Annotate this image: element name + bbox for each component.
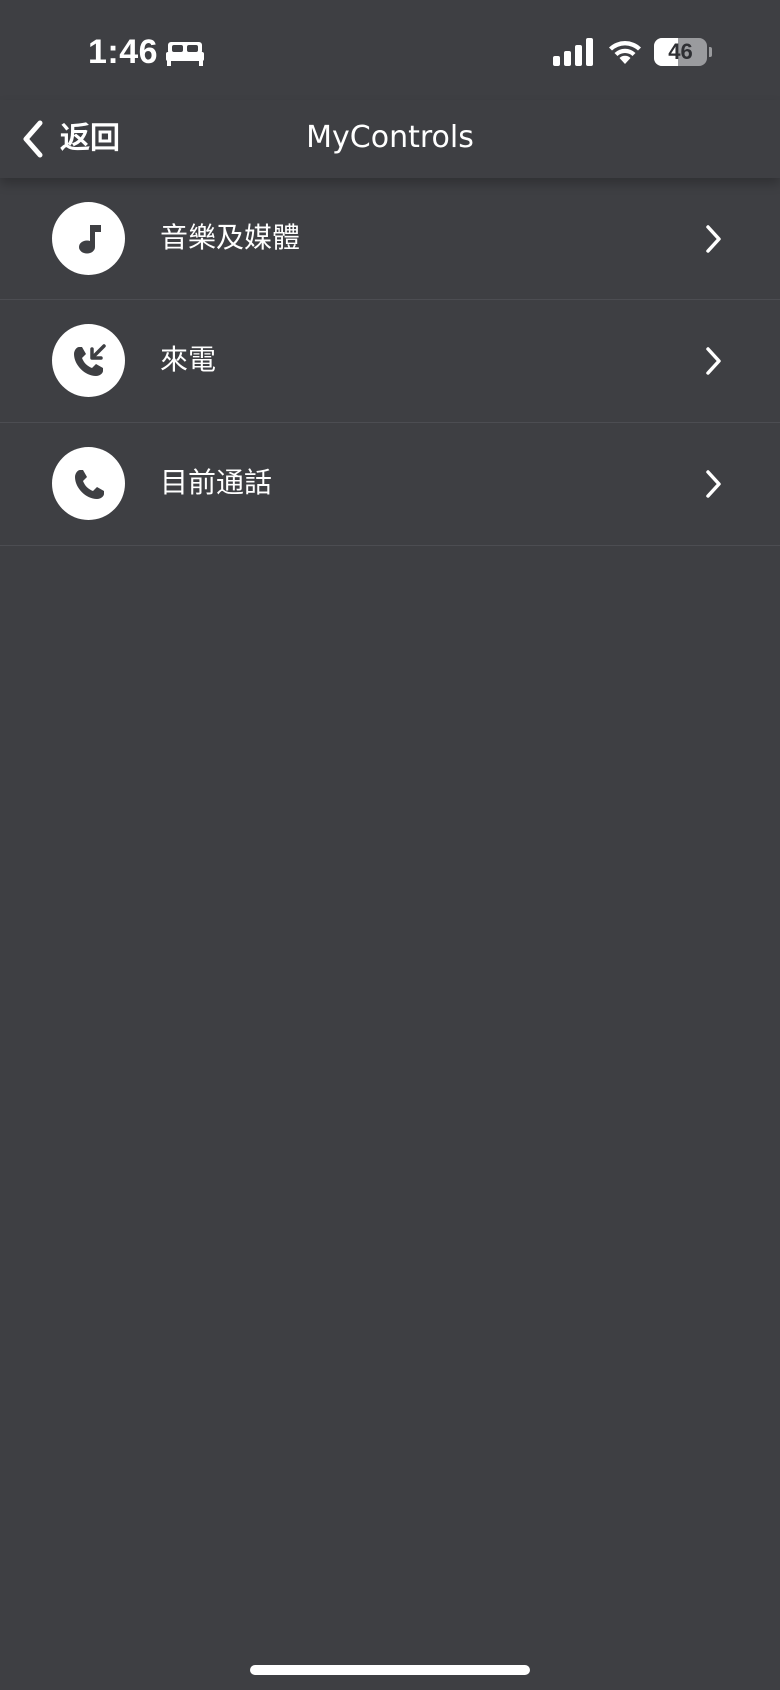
battery-level: 46	[668, 39, 693, 64]
list-item-music-media[interactable]: 音樂及媒體	[0, 178, 780, 300]
list-item-current-call[interactable]: 目前通話	[0, 423, 780, 546]
list-item-incoming-call[interactable]: 來電	[0, 300, 780, 423]
list-item-label: 音樂及媒體	[160, 221, 301, 254]
chevron-right-icon	[706, 347, 721, 375]
page-title: MyControls	[306, 120, 474, 155]
nav-bar: 返回 MyControls	[0, 100, 780, 178]
status-bar: 1:46 46	[0, 0, 780, 100]
status-time: 1:46	[88, 33, 159, 71]
home-indicator[interactable]	[250, 1665, 530, 1675]
battery-indicator: 46	[654, 38, 712, 66]
music-note-icon	[52, 202, 125, 275]
bed-icon	[166, 42, 204, 66]
list-item-label: 目前通話	[160, 466, 273, 499]
controls-list: 音樂及媒體 來電 目前通話	[0, 178, 780, 546]
wifi-icon	[609, 41, 641, 64]
phone-icon	[52, 447, 125, 520]
chevron-right-icon	[706, 470, 721, 498]
incoming-call-icon	[52, 324, 125, 397]
cellular-signal-icon	[553, 38, 593, 66]
screen: 1:46 46 返回 MyControls 音樂及媒體 來電 目前通話	[0, 0, 780, 1690]
chevron-right-icon	[706, 225, 721, 253]
list-item-label: 來電	[160, 343, 217, 376]
